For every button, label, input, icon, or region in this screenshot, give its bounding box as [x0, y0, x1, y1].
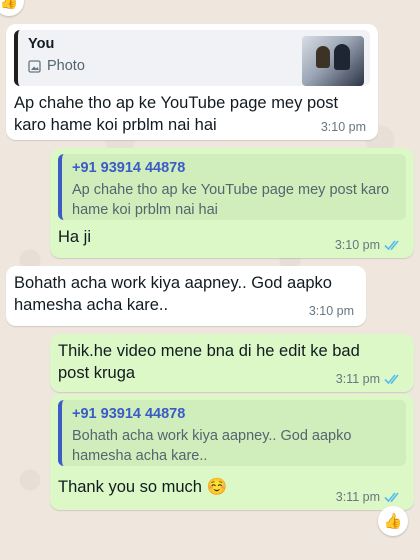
- message-time: 3:11 pm: [335, 372, 380, 386]
- message-text: Ap chahe tho ap ke YouTube page mey post…: [14, 94, 339, 134]
- thumbs-up-icon: 👍: [383, 513, 403, 530]
- double-check-icon: [384, 492, 399, 503]
- reaction-thumbs-up[interactable]: 👍: [378, 506, 408, 536]
- thumbs-up-icon: 👍: [0, 0, 19, 10]
- quoted-author: You: [28, 36, 55, 52]
- quoted-message[interactable]: +91 93914 44878 Bohath acha work kiya aa…: [58, 400, 406, 466]
- message-incoming-1[interactable]: You Photo Ap chahe tho ap ke YouTube pag…: [6, 24, 378, 140]
- quoted-author: +91 93914 44878: [72, 406, 186, 422]
- message-outgoing-2[interactable]: +91 93914 44878 Ap chahe tho ap ke YouTu…: [50, 148, 414, 258]
- message-time: 3:10 pm: [320, 120, 366, 134]
- message-time: 3:10 pm: [334, 238, 380, 252]
- message-meta: 3:11 pm: [336, 490, 402, 504]
- message-time: 3:10 pm: [308, 304, 354, 318]
- message-outgoing-5[interactable]: +91 93914 44878 Bohath acha work kiya aa…: [50, 394, 414, 510]
- quoted-photo-thumbnail[interactable]: [302, 36, 364, 86]
- message-meta: 3:10 pm: [321, 120, 366, 134]
- message-text: Bohath acha work kiya aapney.. God aapko…: [14, 274, 332, 314]
- quoted-media-label: Photo: [28, 56, 290, 76]
- message-text: Thik.he video mene bna di he edit ke bad…: [58, 342, 360, 382]
- message-incoming-3[interactable]: Bohath acha work kiya aapney.. God aapko…: [6, 266, 366, 326]
- quoted-author: +91 93914 44878: [72, 160, 186, 176]
- quoted-text: Ap chahe tho ap ke YouTube page mey post…: [72, 182, 390, 218]
- quoted-text: Bohath acha work kiya aapney.. God aapko…: [72, 428, 352, 464]
- message-outgoing-4[interactable]: Thik.he video mene bna di he edit ke bad…: [50, 334, 414, 392]
- double-check-icon: [384, 240, 399, 251]
- photo-icon: [28, 59, 41, 73]
- quoted-message[interactable]: You Photo: [14, 30, 370, 86]
- double-check-icon: [384, 374, 399, 385]
- quoted-message[interactable]: +91 93914 44878 Ap chahe tho ap ke YouTu…: [58, 154, 406, 220]
- message-meta: 3:11 pm: [336, 372, 402, 386]
- message-meta: 3:10 pm: [335, 238, 402, 252]
- message-time: 3:11 pm: [335, 490, 380, 504]
- quoted-media-text: Photo: [47, 58, 85, 74]
- message-meta: 3:10 pm: [309, 304, 354, 318]
